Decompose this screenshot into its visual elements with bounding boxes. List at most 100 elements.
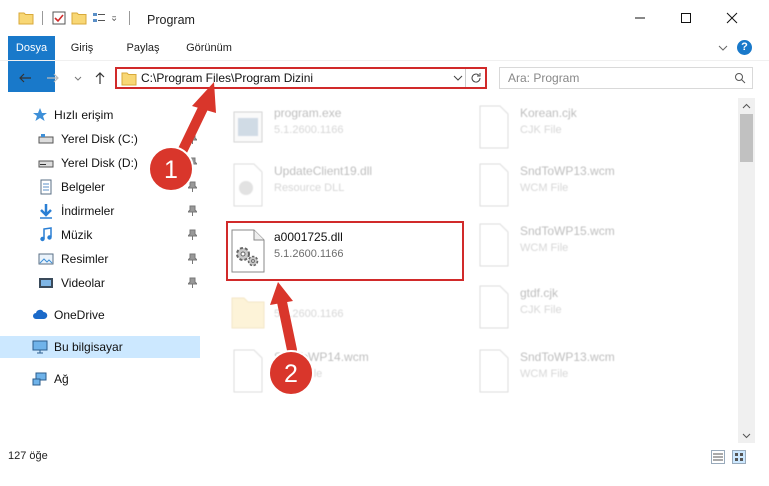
sidebar-item-videos[interactable]: Videolar [0, 272, 200, 294]
sidebar-item-label: İndirmeler [61, 204, 115, 218]
view-details-icon[interactable] [91, 10, 107, 26]
details-view-icon [713, 453, 723, 461]
tab-gorunum[interactable]: Görünüm [180, 36, 238, 60]
sidebar-item-label: Videolar [61, 276, 105, 290]
download-icon [40, 204, 52, 219]
file-item[interactable]: gtdf.cjk CJK File [456, 280, 696, 336]
sidebar-item-network[interactable]: Ağ [0, 368, 200, 390]
maximize-icon [681, 13, 691, 23]
new-folder-icon[interactable] [71, 10, 87, 26]
exe-file-icon [233, 111, 263, 143]
sidebar-item-onedrive[interactable]: OneDrive [0, 304, 200, 326]
window-title: Program [147, 13, 195, 27]
pin-icon[interactable] [188, 157, 197, 168]
file-meta: WCM File [520, 242, 569, 254]
sidebar-item-local-disk-c[interactable]: Yerel Disk (C:) [0, 128, 200, 150]
file-name: gtdf.cjk [520, 286, 559, 300]
address-path: C:\Program Files\Program Dizini [141, 71, 314, 85]
maximize-button[interactable] [663, 0, 709, 36]
file-item[interactable]: SndToWP14.wcm WCM File [210, 344, 450, 400]
drive-icon [38, 134, 54, 144]
music-icon [40, 227, 52, 242]
file-meta: 5.1.2600.1166 [274, 124, 344, 136]
sidebar-item-music[interactable]: Müzik [0, 224, 200, 246]
file-name: SndToWP14.wcm [274, 350, 369, 364]
title-bar: Program [0, 0, 769, 36]
file-item[interactable]: SndToWP13.wcm WCM File [456, 158, 696, 214]
sidebar-item-pictures[interactable]: Resimler [0, 248, 200, 270]
pin-icon[interactable] [188, 133, 197, 144]
sidebar-item-downloads[interactable]: İndirmeler [0, 200, 200, 222]
refresh-icon [471, 73, 481, 83]
sidebar-item-label: Belgeler [61, 180, 106, 194]
videos-icon [39, 278, 53, 288]
documents-icon [40, 179, 52, 195]
file-item[interactable]: SndToWP13.wcm WCM File [456, 344, 696, 400]
file-highlight-box [226, 221, 464, 281]
pin-icon[interactable] [188, 277, 197, 288]
vertical-scrollbar[interactable] [738, 98, 755, 443]
file-name: SndToWP15.wcm [520, 224, 615, 238]
sidebar-item-label: Bu bilgisayar [54, 340, 123, 354]
pin-icon[interactable] [188, 253, 197, 264]
back-arrow-icon[interactable] [18, 71, 32, 85]
search-icon[interactable] [734, 72, 746, 84]
file-item[interactable]: Korean.cjk CJK File [456, 100, 696, 156]
minimize-button[interactable] [617, 0, 663, 36]
recent-locations-icon[interactable] [74, 71, 82, 85]
sidebar-item-label: Ağ [54, 372, 69, 386]
generic-file-icon [479, 105, 509, 149]
item-count: 127 öğe [8, 450, 48, 462]
ribbon-expand-icon[interactable] [717, 42, 729, 54]
file-name: UpdateClient19.dll [274, 164, 373, 178]
file-item[interactable]: UpdateClient19.dll Resource DLL [210, 158, 450, 214]
file-meta: WCM File [520, 182, 569, 194]
sidebar-item-label: Hızlı erişim [54, 108, 114, 122]
address-bar[interactable]: C:\Program Files\Program Dizini [115, 67, 487, 89]
status-bar: 127 öğe [0, 446, 769, 468]
navigation-bar: C:\Program Files\Program Dizini Ara: Pro… [0, 60, 769, 96]
details-view-button[interactable] [711, 450, 725, 464]
properties-icon[interactable] [51, 10, 67, 26]
file-name: SndToWP13.wcm [520, 164, 615, 178]
file-meta: WCM File [520, 368, 569, 380]
tab-giris[interactable]: Giriş [60, 36, 104, 60]
sidebar-item-this-pc[interactable]: Bu bilgisayar [0, 336, 200, 358]
folder-icon [231, 297, 265, 329]
up-arrow-icon[interactable] [93, 71, 107, 85]
file-meta: CJK File [520, 304, 562, 316]
generic-file-icon [479, 285, 509, 329]
file-item[interactable]: program.exe 5.1.2600.1166 [210, 100, 450, 156]
file-meta: WCM File [274, 368, 323, 380]
file-meta: Resource DLL [274, 182, 345, 194]
tab-paylas[interactable]: Paylaş [118, 36, 168, 60]
customize-toolbar-icon[interactable] [111, 10, 121, 26]
pictures-icon [38, 253, 54, 265]
scroll-down-icon[interactable] [742, 431, 751, 440]
large-icons-view-button[interactable] [732, 450, 746, 464]
file-item[interactable]: 5.1.2600.1166 [210, 284, 450, 340]
file-meta: CJK File [520, 124, 562, 136]
sidebar-item-local-disk-d[interactable]: Yerel Disk (D:) [0, 152, 200, 174]
sidebar-item-quick-access[interactable]: Hızlı erişim [0, 104, 200, 126]
file-item[interactable]: SndToWP15.wcm WCM File [456, 218, 696, 274]
sidebar-item-label: Resimler [61, 252, 109, 266]
pin-icon[interactable] [188, 181, 197, 192]
pin-icon[interactable] [188, 205, 197, 216]
sidebar-item-label: Yerel Disk (C:) [61, 132, 138, 146]
chevron-down-icon[interactable] [453, 74, 463, 82]
large-icons-view-icon [735, 453, 743, 461]
refresh-button[interactable] [465, 69, 485, 87]
computer-icon [32, 340, 48, 354]
scrollbar-thumb[interactable] [740, 114, 753, 162]
scroll-up-icon[interactable] [742, 102, 751, 111]
file-name: Korean.cjk [520, 106, 577, 120]
pin-icon[interactable] [188, 229, 197, 240]
cloud-icon [33, 309, 48, 319]
folder-icon[interactable] [18, 10, 34, 26]
forward-arrow-icon[interactable] [46, 71, 60, 85]
help-button[interactable]: ? [737, 40, 752, 55]
search-box[interactable]: Ara: Program [499, 67, 753, 89]
close-button[interactable] [709, 0, 755, 36]
sidebar-item-documents[interactable]: Belgeler [0, 176, 200, 198]
